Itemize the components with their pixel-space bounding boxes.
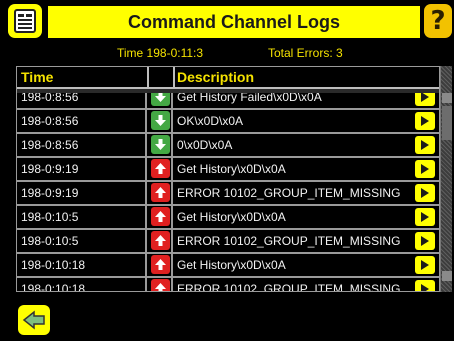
chevron-right-icon[interactable] (415, 208, 435, 226)
chevron-right-icon[interactable] (415, 112, 435, 130)
table-row[interactable]: 198-0:8:56 OK\x0D\x0A (17, 110, 439, 134)
arrow-up-icon (151, 255, 170, 274)
arrow-up-icon (151, 279, 170, 291)
column-divider (173, 67, 175, 89)
row-description: 0\x0D\x0A (177, 138, 233, 152)
column-header-time[interactable]: Time (21, 69, 53, 85)
row-description: ERROR 10102_GROUP_ITEM_MISSING (177, 234, 401, 248)
row-time: 198-0:9:19 (17, 158, 147, 180)
row-description: Get History\x0D\x0A (177, 258, 286, 272)
table-row[interactable]: 198-0:9:19 Get History\x0D\x0A (17, 158, 439, 182)
chevron-right-icon[interactable] (415, 280, 435, 291)
row-description: OK\x0D\x0A (177, 114, 244, 128)
row-description: Get History\x0D\x0A (177, 210, 286, 224)
row-time: 198-0:9:19 (17, 182, 147, 204)
arrow-down-icon (151, 135, 170, 154)
row-direction (149, 230, 173, 252)
row-direction (149, 158, 173, 180)
back-button[interactable] (18, 305, 50, 335)
table-row[interactable]: 198-0:10:5 Get History\x0D\x0A (17, 206, 439, 230)
total-errors: Total Errors: 3 (268, 46, 343, 60)
row-direction (149, 110, 173, 132)
chevron-right-icon[interactable] (415, 184, 435, 202)
title-bar: Command Channel Logs ? (0, 0, 454, 40)
table-row[interactable]: 198-0:8:56 0\x0D\x0A (17, 134, 439, 158)
scroll-thumb[interactable] (442, 106, 452, 140)
scroll-up-arrow[interactable] (442, 93, 452, 103)
table-row[interactable]: 198-0:8:56 Get History Failed\x0D\x0A (17, 93, 439, 110)
row-time: 198-0:8:56 (17, 110, 147, 132)
chevron-right-icon[interactable] (415, 160, 435, 178)
row-time: 198-0:10:5 (17, 230, 147, 252)
log-list-icon[interactable] (8, 4, 42, 38)
row-direction (149, 278, 173, 291)
help-button[interactable]: ? (424, 4, 452, 38)
column-divider (147, 67, 149, 89)
table-row[interactable]: 198-0:10:18 ERROR 10102_GROUP_ITEM_MISSIN… (17, 278, 439, 292)
row-time: 198-0:10:18 (17, 278, 147, 291)
arrow-up-icon (151, 231, 170, 250)
row-time: 198-0:10:5 (17, 206, 147, 228)
row-description: Get History\x0D\x0A (177, 162, 286, 176)
row-direction (149, 93, 173, 108)
row-direction (149, 254, 173, 276)
status-bar: Time 198-0:11:3 Total Errors: 3 (0, 44, 454, 62)
table-header: Time Description (17, 67, 439, 89)
arrow-up-icon (151, 159, 170, 178)
scroll-down-arrow[interactable] (442, 271, 452, 281)
current-time: Time 198-0:11:3 (117, 46, 204, 60)
row-time: 198-0:10:18 (17, 254, 147, 276)
vertical-scrollbar[interactable] (440, 66, 452, 292)
row-direction (149, 182, 173, 204)
table-body[interactable]: 198-0:8:56 Get History Failed\x0D\x0A 198-… (17, 93, 439, 292)
chevron-right-icon[interactable] (415, 256, 435, 274)
page-title: Command Channel Logs (127, 11, 340, 32)
chevron-right-icon[interactable] (415, 93, 435, 106)
row-description: ERROR 10102_GROUP_ITEM_MISSING (177, 282, 401, 292)
arrow-up-icon (151, 207, 170, 226)
chevron-right-icon[interactable] (415, 136, 435, 154)
help-icon: ? (430, 6, 446, 36)
title-banner: Command Channel Logs (48, 6, 420, 38)
row-time: 198-0:8:56 (17, 93, 147, 108)
column-header-description[interactable]: Description (177, 69, 254, 85)
row-description: ERROR 10102_GROUP_ITEM_MISSING (177, 186, 401, 200)
arrow-up-icon (151, 183, 170, 202)
table-row[interactable]: 198-0:10:5 ERROR 10102_GROUP_ITEM_MISSING (17, 230, 439, 254)
table-row[interactable]: 198-0:9:19 ERROR 10102_GROUP_ITEM_MISSING (17, 182, 439, 206)
row-description: Get History Failed\x0D\x0A (177, 93, 322, 104)
row-time: 198-0:8:56 (17, 134, 147, 156)
arrow-down-icon (151, 93, 170, 106)
row-direction (149, 134, 173, 156)
table-rows: 198-0:8:56 Get History Failed\x0D\x0A 198-… (17, 93, 439, 292)
row-direction (149, 206, 173, 228)
table-row[interactable]: 198-0:10:18 Get History\x0D\x0A (17, 254, 439, 278)
log-table: Time Description 198-0:8:56 Get History F… (16, 66, 440, 292)
back-arrow-icon (22, 310, 45, 330)
chevron-right-icon[interactable] (415, 232, 435, 250)
arrow-down-icon (151, 111, 170, 130)
